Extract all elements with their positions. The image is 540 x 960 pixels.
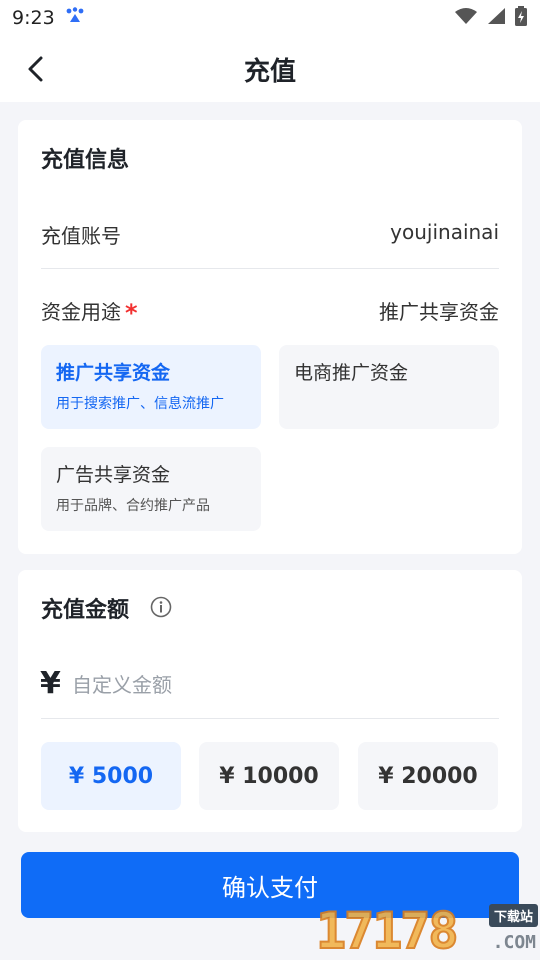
status-time: 9:23 [12,7,55,29]
option-desc: 用于搜索推广、信息流推广 [56,396,224,412]
option-title: 电商推广资金 [294,362,409,384]
purpose-label-text: 资金用途 [41,300,121,324]
amount-preset-20000[interactable]: ¥ 20000 [358,742,498,810]
page-title: 充值 [243,56,296,87]
option-desc: 用于品牌、合约推广产品 [56,498,210,514]
wifi-icon [454,7,478,29]
info-icon[interactable] [150,596,172,618]
custom-amount-input[interactable] [72,668,492,702]
watermark-logo: 17178 下载站 .COM [315,900,540,960]
chevron-left-icon [28,56,43,82]
signal-icon [486,7,506,29]
back-button[interactable] [18,52,52,86]
purpose-option-promotion[interactable]: 推广共享资金 用于搜索推广、信息流推广 [41,345,261,429]
purpose-value: 推广共享资金 [379,300,499,324]
purpose-option-advertising[interactable]: 广告共享资金 用于品牌、合约推广产品 [41,447,261,531]
recharge-amount-card: 充值金额 ¥ ¥ 5000 ¥ 10000 ¥ 20000 [18,570,522,832]
watermark-tag: 下载站 [488,904,538,927]
account-value: youjinainai [390,220,499,244]
recharge-info-card: 充值信息 充值账号 youjinainai 资金用途 * 推广共享资金 推广共享资… [18,120,522,554]
purpose-label: 资金用途 * [41,296,138,327]
account-label: 充值账号 [41,224,121,248]
option-title: 推广共享资金 [56,362,171,384]
required-mark: * [125,299,138,327]
watermark-text: 17178 [315,901,460,960]
nav-bar: 充值 [0,36,540,102]
amount-preset-5000[interactable]: ¥ 5000 [41,742,181,810]
divider [41,718,499,719]
app-notification-icon [65,7,85,29]
option-title: 广告共享资金 [56,464,171,486]
status-bar: 9:23 [0,0,540,36]
watermark-domain: .COM [492,932,536,953]
purpose-option-ecommerce[interactable]: 电商推广资金 [279,345,499,429]
divider [41,268,499,269]
recharge-info-title: 充值信息 [41,148,130,173]
currency-symbol: ¥ [40,666,61,701]
amount-preset-10000[interactable]: ¥ 10000 [199,742,339,810]
battery-icon [514,6,528,30]
recharge-amount-title: 充值金额 [41,598,130,623]
